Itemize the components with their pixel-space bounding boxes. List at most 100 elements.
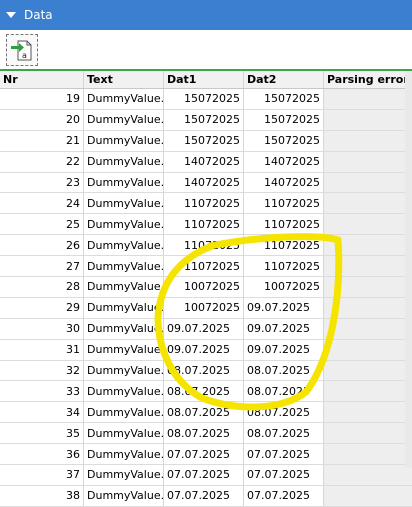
cell-nr[interactable]: 29: [0, 297, 84, 318]
cell-dat1[interactable]: 15072025: [164, 89, 244, 109]
cell-parsing-errors[interactable]: [324, 360, 412, 381]
cell-parsing-errors[interactable]: [324, 339, 412, 360]
cell-dat2[interactable]: 09.07.2025: [244, 297, 324, 318]
cell-text[interactable]: DummyValue...: [84, 444, 164, 465]
table-row[interactable]: 35 DummyValue... 08.07.2025 08.07.2025: [0, 423, 412, 445]
cell-nr[interactable]: 26: [0, 235, 84, 256]
cell-parsing-errors[interactable]: [324, 256, 412, 277]
cell-parsing-errors[interactable]: [324, 193, 412, 214]
cell-dat1[interactable]: 11072025: [164, 235, 244, 256]
cell-dat1[interactable]: 09.07.2025: [164, 339, 244, 360]
cell-text[interactable]: DummyValue...: [84, 465, 164, 485]
cell-parsing-errors[interactable]: [324, 297, 412, 318]
cell-text[interactable]: DummyValue...: [84, 339, 164, 360]
cell-dat1[interactable]: 14072025: [164, 172, 244, 193]
cell-nr[interactable]: 24: [0, 193, 84, 214]
cell-dat2[interactable]: 15072025: [244, 109, 324, 130]
cell-dat2[interactable]: 15072025: [244, 130, 324, 151]
cell-dat2[interactable]: 15072025: [244, 89, 324, 109]
cell-dat1[interactable]: 15072025: [164, 109, 244, 130]
cell-parsing-errors[interactable]: [324, 214, 412, 235]
cell-parsing-errors[interactable]: [324, 444, 412, 465]
cell-dat2[interactable]: 08.07.2025: [244, 360, 324, 381]
cell-parsing-errors[interactable]: [324, 423, 412, 444]
cell-dat1[interactable]: 11072025: [164, 256, 244, 277]
table-row[interactable]: 33 DummyValue... 08.07.2025 08.07.2025: [0, 381, 412, 403]
cell-parsing-errors[interactable]: [324, 402, 412, 423]
cell-nr[interactable]: 23: [0, 172, 84, 193]
table-row[interactable]: 36 DummyValue... 07.07.2025 07.07.2025: [0, 444, 412, 466]
table-row[interactable]: 38 DummyValue... 07.07.2025 07.07.2025: [0, 485, 412, 507]
table-row[interactable]: 20 DummyValue... 15072025 15072025: [0, 109, 412, 131]
header-dat1[interactable]: Dat1: [164, 71, 244, 88]
cell-dat2[interactable]: 10072025: [244, 277, 324, 297]
cell-text[interactable]: DummyValue...: [84, 360, 164, 381]
cell-nr[interactable]: 19: [0, 89, 84, 109]
cell-nr[interactable]: 33: [0, 381, 84, 402]
cell-text[interactable]: DummyValue...: [84, 423, 164, 444]
cell-nr[interactable]: 28: [0, 277, 84, 297]
cell-text[interactable]: DummyValue...: [84, 485, 164, 506]
cell-parsing-errors[interactable]: [324, 130, 412, 151]
cell-dat1[interactable]: 08.07.2025: [164, 423, 244, 444]
table-row[interactable]: 29 DummyValue... 10072025 09.07.2025: [0, 297, 412, 319]
cell-dat2[interactable]: 14072025: [244, 151, 324, 172]
cell-text[interactable]: DummyValue...: [84, 214, 164, 235]
cell-dat1[interactable]: 07.07.2025: [164, 444, 244, 465]
cell-dat2[interactable]: 09.07.2025: [244, 318, 324, 339]
cell-dat2[interactable]: 14072025: [244, 172, 324, 193]
cell-parsing-errors[interactable]: [324, 485, 412, 506]
cell-parsing-errors[interactable]: [324, 381, 412, 402]
cell-parsing-errors[interactable]: [324, 318, 412, 339]
table-row[interactable]: 21 DummyValue... 15072025 15072025: [0, 130, 412, 152]
cell-dat1[interactable]: 10072025: [164, 297, 244, 318]
table-row[interactable]: 31 DummyValue... 09.07.2025 09.07.2025: [0, 339, 412, 361]
cell-nr[interactable]: 34: [0, 402, 84, 423]
cell-nr[interactable]: 22: [0, 151, 84, 172]
cell-text[interactable]: DummyValue...: [84, 235, 164, 256]
cell-nr[interactable]: 25: [0, 214, 84, 235]
header-nr[interactable]: Nr: [0, 71, 84, 88]
cell-dat1[interactable]: 07.07.2025: [164, 465, 244, 485]
cell-dat2[interactable]: 08.07.2025: [244, 381, 324, 402]
cell-dat1[interactable]: 15072025: [164, 130, 244, 151]
cell-dat2[interactable]: 11072025: [244, 193, 324, 214]
data-grid[interactable]: Nr Text Dat1 Dat2 Parsing errors 19 Dummy…: [0, 71, 412, 507]
cell-text[interactable]: DummyValue...: [84, 277, 164, 297]
cell-nr[interactable]: 30: [0, 318, 84, 339]
table-row[interactable]: 27 DummyValue... 11072025 11072025: [0, 256, 412, 278]
cell-nr[interactable]: 35: [0, 423, 84, 444]
cell-dat2[interactable]: 07.07.2025: [244, 485, 324, 506]
table-row[interactable]: 22 DummyValue... 14072025 14072025: [0, 151, 412, 173]
cell-nr[interactable]: 27: [0, 256, 84, 277]
table-row[interactable]: 28 DummyValue... 10072025 10072025: [0, 277, 412, 298]
cell-text[interactable]: DummyValue...: [84, 318, 164, 339]
export-text-button[interactable]: a: [6, 34, 38, 66]
cell-text[interactable]: DummyValue...: [84, 151, 164, 172]
cell-dat2[interactable]: 08.07.2025: [244, 402, 324, 423]
cell-parsing-errors[interactable]: [324, 172, 412, 193]
cell-text[interactable]: DummyValue...: [84, 402, 164, 423]
table-row[interactable]: 24 DummyValue... 11072025 11072025: [0, 193, 412, 215]
table-row[interactable]: 26 DummyValue... 11072025 11072025: [0, 235, 412, 257]
table-row[interactable]: 25 DummyValue... 11072025 11072025: [0, 214, 412, 236]
cell-dat1[interactable]: 08.07.2025: [164, 402, 244, 423]
cell-text[interactable]: DummyValue...: [84, 256, 164, 277]
cell-text[interactable]: DummyValue...: [84, 381, 164, 402]
cell-dat2[interactable]: 07.07.2025: [244, 444, 324, 465]
cell-nr[interactable]: 21: [0, 130, 84, 151]
cell-nr[interactable]: 32: [0, 360, 84, 381]
cell-dat2[interactable]: 09.07.2025: [244, 339, 324, 360]
table-row[interactable]: 32 DummyValue... 08.07.2025 08.07.2025: [0, 360, 412, 382]
cell-dat1[interactable]: 10072025: [164, 277, 244, 297]
cell-parsing-errors[interactable]: [324, 465, 412, 485]
cell-nr[interactable]: 31: [0, 339, 84, 360]
cell-dat1[interactable]: 07.07.2025: [164, 485, 244, 506]
header-parsing-errors[interactable]: Parsing errors: [324, 71, 412, 88]
cell-parsing-errors[interactable]: [324, 277, 412, 297]
table-row[interactable]: 19 DummyValue... 15072025 15072025: [0, 89, 412, 110]
cell-dat1[interactable]: 11072025: [164, 214, 244, 235]
header-dat2[interactable]: Dat2: [244, 71, 324, 88]
cell-dat2[interactable]: 11072025: [244, 214, 324, 235]
scrollbar-track[interactable]: [405, 71, 412, 468]
